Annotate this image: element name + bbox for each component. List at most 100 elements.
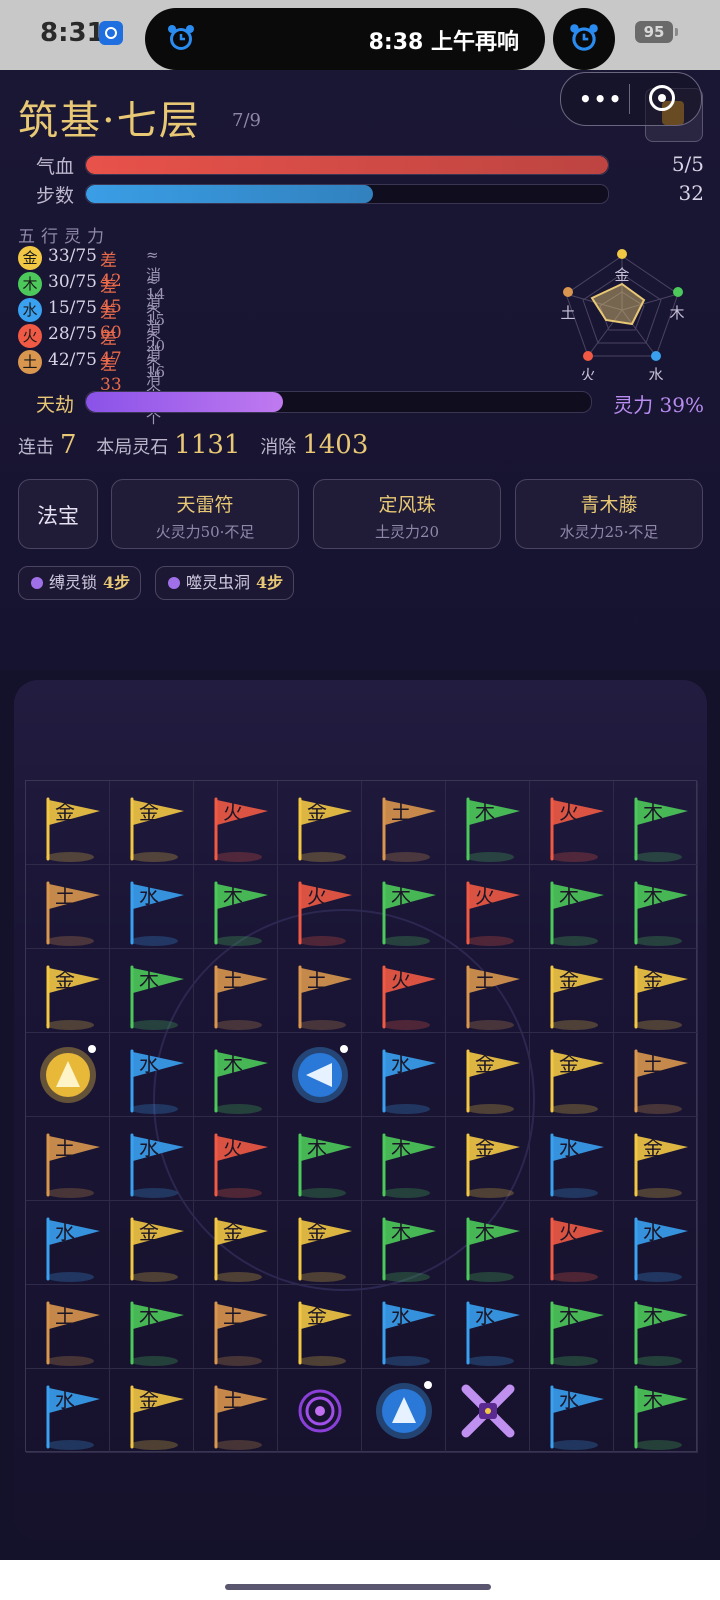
board-cell-wood-flag-icon[interactable]: 木: [614, 781, 698, 865]
board-cell-wood-flag-icon[interactable]: 木: [362, 1117, 446, 1201]
board-cell-fire-flag-icon[interactable]: 火: [362, 949, 446, 1033]
hp-bar: [85, 155, 609, 175]
board-cell-earth-flag-icon[interactable]: 土: [614, 1033, 698, 1117]
board-cell-metal-flag-icon[interactable]: 金: [278, 1201, 362, 1285]
board-cell-metal-flag-icon[interactable]: 金: [614, 949, 698, 1033]
board-cell-earth-flag-icon[interactable]: 土: [278, 949, 362, 1033]
board-cell-metal-flag-icon[interactable]: 金: [194, 1201, 278, 1285]
board-cell-fire-flag-icon[interactable]: 火: [278, 865, 362, 949]
board-cell-wood-flag-icon[interactable]: 木: [362, 865, 446, 949]
board-cell-metal-flag-icon[interactable]: 金: [446, 1033, 530, 1117]
board-cell-wood-flag-icon[interactable]: 木: [530, 865, 614, 949]
board-cell-wood-flag-icon[interactable]: 木: [278, 1117, 362, 1201]
board-cell-earth-flag-icon[interactable]: 土: [362, 781, 446, 865]
effect-steps: 4步: [103, 573, 131, 592]
board-cell-earth-flag-icon[interactable]: 土: [194, 1285, 278, 1369]
board-cell-metal-flag-icon[interactable]: 金: [614, 1117, 698, 1201]
flag-glyph: 火: [223, 1136, 243, 1160]
board-cell-water-flag-icon[interactable]: 水: [530, 1369, 614, 1453]
flag-glyph: 木: [139, 968, 159, 992]
dynamic-island[interactable]: 8:38 上午再响: [145, 8, 545, 70]
board-cell-earth-flag-icon[interactable]: 土: [446, 949, 530, 1033]
alarm-clock-icon: [570, 24, 598, 51]
board-cell-water-flag-icon[interactable]: 水: [362, 1033, 446, 1117]
board-cell-earth-flag-icon[interactable]: 土: [26, 1117, 110, 1201]
flag-glyph: 木: [223, 884, 243, 908]
flag-glyph: 金: [55, 968, 75, 992]
board-cell-wood-flag-icon[interactable]: 木: [614, 1369, 698, 1453]
board-cell-wood-flag-icon[interactable]: 木: [110, 949, 194, 1033]
board-cell-cross-lock-icon[interactable]: [446, 1369, 530, 1453]
board-cell-wood-flag-icon[interactable]: 木: [530, 1285, 614, 1369]
miniprogram-capsule: •••: [560, 72, 702, 126]
board-cell-metal-flag-icon[interactable]: 金: [446, 1117, 530, 1201]
effect-steps: 4步: [256, 573, 284, 592]
board-cell-metal-flag-icon[interactable]: 金: [110, 781, 194, 865]
combo-value: 7: [60, 430, 77, 460]
board-cell-earth-flag-icon[interactable]: 土: [26, 1285, 110, 1369]
close-miniprogram-icon[interactable]: [649, 85, 675, 111]
flag-glyph: 木: [139, 1304, 159, 1328]
board-cell-wood-flag-icon[interactable]: 木: [614, 865, 698, 949]
board-cell-metal-flag-icon[interactable]: 金: [278, 781, 362, 865]
board-cell-wood-flag-icon[interactable]: 木: [446, 781, 530, 865]
board-cell-fire-flag-icon[interactable]: 火: [194, 781, 278, 865]
skill-wind-pearl[interactable]: 定风珠 土灵力20: [313, 479, 501, 549]
board-cell-wood-flag-icon[interactable]: 木: [194, 865, 278, 949]
board-cell-purple-vortex-icon[interactable]: [278, 1369, 362, 1453]
board-cell-wood-flag-icon[interactable]: 木: [446, 1201, 530, 1285]
alarm-activity[interactable]: [553, 8, 615, 70]
skill-name: 天雷符: [176, 494, 234, 516]
board-cell-wood-flag-icon[interactable]: 木: [614, 1285, 698, 1369]
board-cell-water-flag-icon[interactable]: 水: [530, 1117, 614, 1201]
board-cell-earth-flag-icon[interactable]: 土: [26, 865, 110, 949]
skill-green-vine[interactable]: 青木藤 水灵力25·不足: [515, 479, 703, 549]
flag-glyph: 水: [139, 1052, 159, 1076]
board-cell-wood-flag-icon[interactable]: 木: [194, 1033, 278, 1117]
flag-glyph: 金: [307, 800, 327, 824]
board-cell-blue-up-arrow-orb-icon[interactable]: [362, 1369, 446, 1453]
board-cell-water-flag-icon[interactable]: 水: [26, 1201, 110, 1285]
effect-chip-binding-lock[interactable]: 缚灵锁 4步: [18, 566, 142, 600]
board-cell-water-flag-icon[interactable]: 水: [614, 1201, 698, 1285]
board-cell-metal-flag-icon[interactable]: 金: [278, 1285, 362, 1369]
board-cell-fire-flag-icon[interactable]: 火: [530, 1201, 614, 1285]
effect-chip-wormhole[interactable]: 噬灵虫洞 4步: [155, 566, 295, 600]
board-cell-metal-flag-icon[interactable]: 金: [26, 949, 110, 1033]
home-indicator[interactable]: [225, 1584, 491, 1590]
alarm-icon: [168, 25, 194, 50]
board-cell-fire-flag-icon[interactable]: 火: [194, 1117, 278, 1201]
flag-glyph: 木: [475, 1220, 495, 1244]
board-cell-metal-flag-icon[interactable]: 金: [530, 1033, 614, 1117]
board-cell-fire-flag-icon[interactable]: 火: [446, 865, 530, 949]
battery-indicator: 95: [635, 21, 678, 43]
board-cell-metal-flag-icon[interactable]: 金: [530, 949, 614, 1033]
board-cell-water-flag-icon[interactable]: 水: [110, 1033, 194, 1117]
skill-thunder-talisman[interactable]: 天雷符 火灵力50·不足: [111, 479, 299, 549]
board-cell-gold-up-arrow-orb-icon[interactable]: [26, 1033, 110, 1117]
board-cell-water-flag-icon[interactable]: 水: [26, 1369, 110, 1453]
flag-glyph: 木: [559, 884, 579, 908]
fabao-button[interactable]: 法宝: [18, 479, 98, 549]
board-cell-water-flag-icon[interactable]: 水: [362, 1285, 446, 1369]
board-cell-metal-flag-icon[interactable]: 金: [110, 1369, 194, 1453]
more-menu-button[interactable]: •••: [579, 87, 623, 111]
flag-glyph: 木: [643, 1304, 663, 1328]
flag-glyph: 木: [643, 800, 663, 824]
board-cell-fire-flag-icon[interactable]: 火: [530, 781, 614, 865]
board-cell-wood-flag-icon[interactable]: 木: [362, 1201, 446, 1285]
board-cell-water-flag-icon[interactable]: 水: [110, 865, 194, 949]
board-cell-earth-flag-icon[interactable]: 土: [194, 949, 278, 1033]
board-cell-wood-flag-icon[interactable]: 木: [110, 1285, 194, 1369]
skill-name: 定风珠: [378, 494, 436, 516]
flag-glyph: 木: [391, 884, 411, 908]
flag-glyph: 金: [475, 1136, 495, 1160]
board-cell-earth-flag-icon[interactable]: 土: [194, 1369, 278, 1453]
board-cell-metal-flag-icon[interactable]: 金: [110, 1201, 194, 1285]
board-cell-water-flag-icon[interactable]: 水: [110, 1117, 194, 1201]
board-cell-water-flag-icon[interactable]: 水: [446, 1285, 530, 1369]
flag-glyph: 金: [139, 800, 159, 824]
board-cell-blue-left-arrow-orb-icon[interactable]: [278, 1033, 362, 1117]
flag-glyph: 土: [643, 1052, 663, 1076]
board-cell-metal-flag-icon[interactable]: 金: [26, 781, 110, 865]
